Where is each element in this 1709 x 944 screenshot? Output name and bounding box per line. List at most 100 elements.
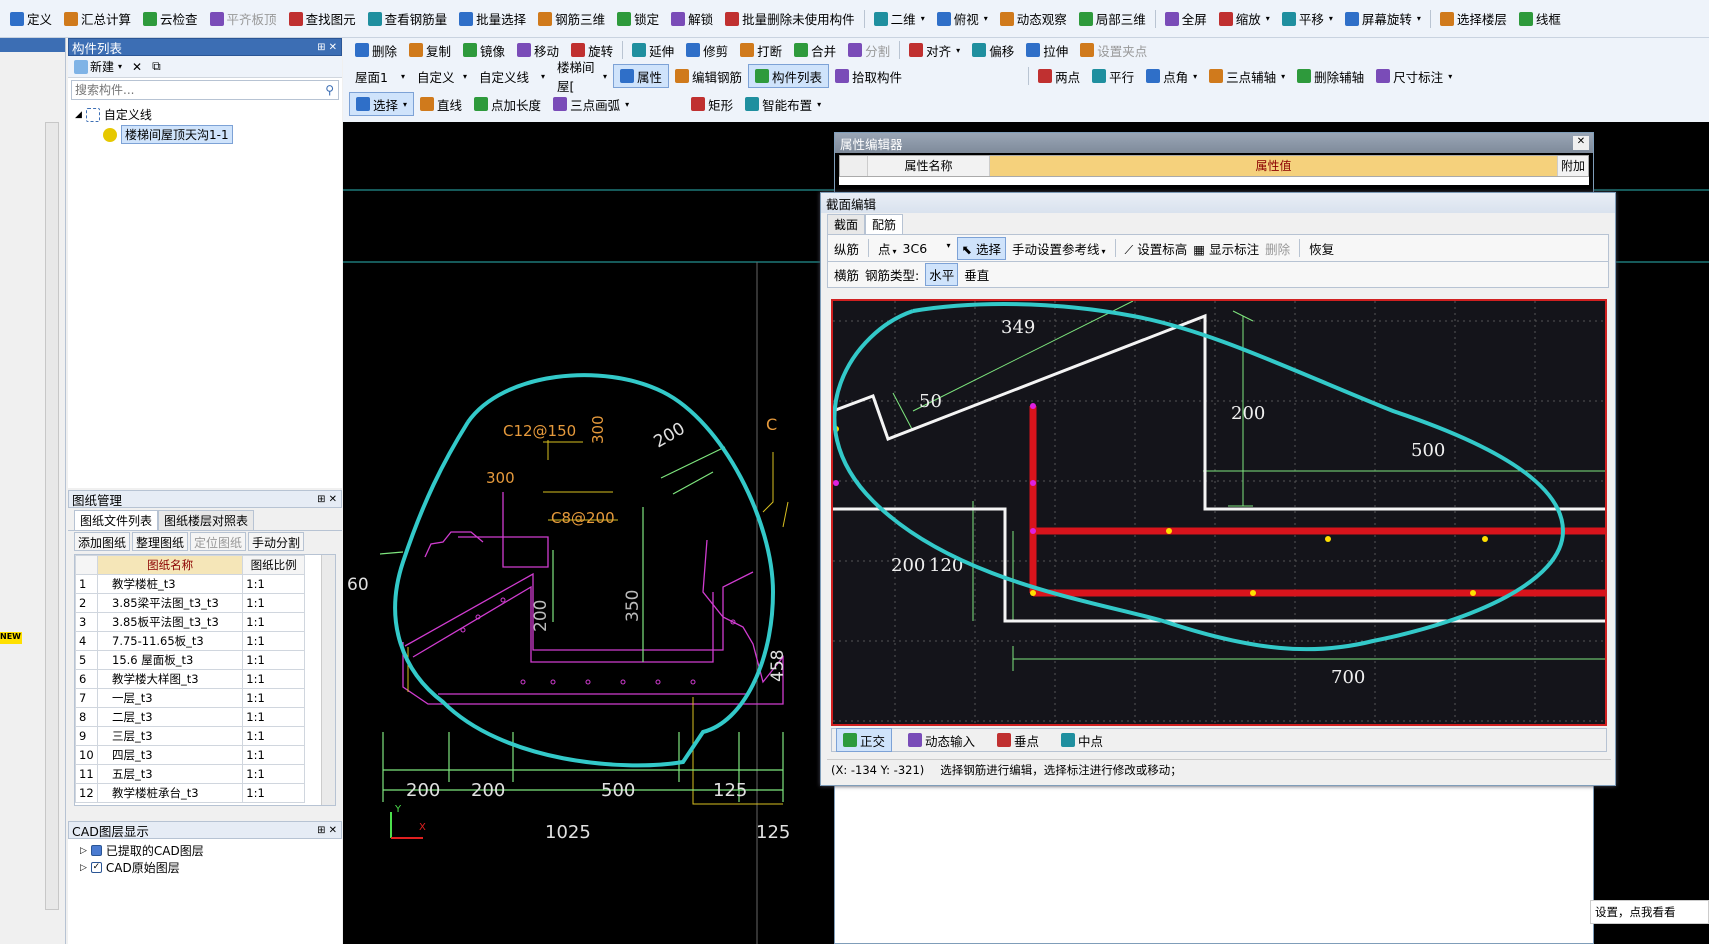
copy-icon[interactable]: ⧉ bbox=[152, 59, 161, 74]
toolbar-button[interactable]: 平齐板顶 bbox=[204, 7, 283, 31]
table-row[interactable]: 12 教学楼桩承台_t3 1:1 bbox=[75, 783, 305, 803]
toolbar-button[interactable]: 解锁 bbox=[665, 7, 719, 31]
table-row[interactable]: 9 三层_t3 1:1 bbox=[75, 726, 305, 746]
tree-item-selected[interactable]: 楼梯间屋顶天沟1-1 bbox=[103, 125, 335, 144]
toolbar-button[interactable]: 三点画弧 ▾ bbox=[547, 92, 635, 116]
layer-original[interactable]: ▷ ✓ CAD原始图层 bbox=[80, 859, 330, 876]
checkbox-checked[interactable]: ✓ bbox=[90, 862, 102, 873]
layer-extracted[interactable]: ▷ 已提取的CAD图层 bbox=[80, 842, 330, 859]
toolbar-button[interactable]: 尺寸标注 ▾ bbox=[1370, 64, 1458, 88]
toolbar-button[interactable]: 正交 bbox=[836, 728, 893, 752]
tab-drawing-0[interactable]: 图纸文件列表 bbox=[74, 510, 159, 530]
point-mode-select[interactable]: 点 ▾ bbox=[878, 239, 897, 258]
col-drawing-name[interactable]: 图纸名称 bbox=[96, 555, 244, 575]
toolbar-button[interactable]: 构件列表 bbox=[748, 64, 830, 88]
delete-icon[interactable]: ✕ bbox=[132, 60, 142, 74]
toolbar-button[interactable]: 编辑钢筋 bbox=[669, 64, 748, 88]
checkbox[interactable] bbox=[90, 845, 102, 856]
toolbar-button[interactable]: 全屏 bbox=[1159, 7, 1213, 31]
show-annotation-button[interactable]: ▦ 显示标注 bbox=[1193, 239, 1259, 258]
toolbar-button[interactable]: 分割 bbox=[842, 38, 896, 62]
toolbar-button[interactable]: 偏移 bbox=[966, 38, 1020, 62]
toolbar-button[interactable]: 查找图元 bbox=[283, 7, 362, 31]
table-row[interactable]: 5 15.6 屋面板_t3 1:1 bbox=[75, 650, 305, 670]
toolbar-button[interactable]: 缩放 ▾ bbox=[1213, 7, 1276, 31]
toolbar-button[interactable]: 局部三维 bbox=[1073, 7, 1152, 31]
select-button[interactable]: ⬉ 选择 bbox=[956, 236, 1007, 260]
tab-section-0[interactable]: 截面 bbox=[827, 214, 866, 234]
horizontal-button[interactable]: 水平 bbox=[925, 263, 959, 286]
table-row[interactable]: 2 3.85梁平法图_t3_t3 1:1 bbox=[75, 593, 305, 613]
tab-drawing-1[interactable]: 图纸楼层对照表 bbox=[158, 510, 255, 530]
col-drawing-scale[interactable]: 图纸比例 bbox=[242, 555, 305, 575]
table-row[interactable]: 8 二层_t3 1:1 bbox=[75, 707, 305, 727]
toolbar-button[interactable]: 平移 ▾ bbox=[1276, 7, 1339, 31]
toolbar-button[interactable]: 对齐 ▾ bbox=[903, 38, 966, 62]
toolbar-button[interactable]: 云检查 bbox=[137, 7, 204, 31]
restore-button[interactable]: 恢复 bbox=[1309, 239, 1334, 258]
section-canvas[interactable]: 349 50 200 500 200 120 700 bbox=[831, 299, 1607, 726]
toolbar-button[interactable]: 复制 bbox=[403, 38, 457, 62]
close-icon[interactable]: ✕ bbox=[1573, 136, 1589, 150]
toolbar-button[interactable]: 拉伸 bbox=[1020, 38, 1074, 62]
table-row[interactable]: 10 四层_t3 1:1 bbox=[75, 745, 305, 765]
table-row[interactable]: 4 7.75-11.65板_t3 1:1 bbox=[75, 631, 305, 651]
toolbar-button[interactable]: 查看钢筋量 bbox=[362, 7, 454, 31]
toolbar-button[interactable]: 定义 bbox=[4, 7, 58, 31]
toolbar-button[interactable]: 动态观察 bbox=[994, 7, 1073, 31]
toolbar-button[interactable]: 平行 bbox=[1086, 64, 1140, 88]
toolbar-button[interactable]: 修剪 bbox=[680, 38, 734, 62]
toolbar-button[interactable]: 点角 ▾ bbox=[1140, 64, 1203, 88]
toolbar-button[interactable]: 屏幕旋转 ▾ bbox=[1339, 7, 1427, 31]
toolbar-button[interactable]: 钢筋三维 bbox=[532, 7, 611, 31]
toolbar-button[interactable]: 三点辅轴 ▾ bbox=[1203, 64, 1291, 88]
toolbar-button[interactable]: 合并 bbox=[788, 38, 842, 62]
toolbar-button[interactable]: 垂点 bbox=[991, 728, 1045, 752]
toolbar-button[interactable]: 直线 bbox=[414, 92, 468, 116]
vertical-button[interactable]: 垂直 bbox=[964, 265, 989, 284]
toolbar-button[interactable]: 打断 bbox=[734, 38, 788, 62]
toolbar-button[interactable]: 汇总计算 bbox=[58, 7, 137, 31]
toolbar-button[interactable]: 选择 ▾ bbox=[349, 92, 415, 116]
help-hint-link[interactable]: 设置，点我看看 bbox=[1590, 900, 1709, 924]
delete-button[interactable]: 删除 bbox=[1265, 239, 1290, 258]
drawing-button-1[interactable]: 整理图纸 bbox=[132, 532, 189, 551]
toolbar-button[interactable]: 矩形 bbox=[685, 92, 739, 116]
dropdown-type1[interactable]: 自定义 ▾ bbox=[411, 64, 473, 88]
toolbar-button[interactable]: 批量选择 bbox=[453, 7, 532, 31]
left-scrollbar[interactable] bbox=[45, 122, 59, 910]
toolbar-button[interactable]: 删除辅轴 bbox=[1291, 64, 1370, 88]
dropdown-type2[interactable]: 自定义线 ▾ bbox=[473, 64, 551, 88]
tree-root[interactable]: ◢ 自定义线 bbox=[75, 106, 335, 123]
dropdown-floor[interactable]: 屋面1 ▾ bbox=[349, 64, 411, 88]
toolbar-button[interactable]: 动态输入 bbox=[902, 728, 981, 752]
toolbar-button[interactable]: 锁定 bbox=[611, 7, 665, 31]
toolbar-button[interactable]: 两点 bbox=[1032, 64, 1086, 88]
toolbar-button[interactable]: 延伸 bbox=[626, 38, 680, 62]
toolbar-button[interactable]: 中点 bbox=[1055, 728, 1109, 752]
table-row[interactable]: 6 教学楼大样图_t3 1:1 bbox=[75, 669, 305, 689]
toolbar-button[interactable]: 点加长度 bbox=[468, 92, 547, 116]
new-component-button[interactable]: 新建 ▾ bbox=[74, 58, 122, 75]
table-row[interactable]: 3 3.85板平法图_t3_t3 1:1 bbox=[75, 612, 305, 632]
dropdown-component[interactable]: 楼梯间屋[▾ bbox=[551, 60, 613, 94]
toolbar-button[interactable]: 删除 bbox=[349, 38, 403, 62]
toolbar-button[interactable]: 属性 bbox=[613, 64, 670, 88]
toolbar-button[interactable]: 智能布置 ▾ bbox=[739, 92, 827, 116]
pin-icon[interactable]: ⊞ ✕ bbox=[313, 42, 341, 53]
drawing-button-3[interactable]: 手动分割 bbox=[248, 532, 305, 551]
pin-icon[interactable]: ⊞ ✕ bbox=[313, 825, 341, 836]
pin-icon[interactable]: ⊞ ✕ bbox=[313, 494, 341, 505]
toolbar-button[interactable]: 线框 bbox=[1513, 7, 1567, 31]
toolbar-button[interactable]: 批量删除未使用构件 bbox=[719, 7, 861, 31]
toolbar-button[interactable]: 二维 ▾ bbox=[868, 7, 931, 31]
tab-section-1[interactable]: 配筋 bbox=[865, 214, 904, 234]
toolbar-button[interactable]: 镜像 bbox=[457, 38, 511, 62]
set-reference-line-select[interactable]: 手动设置参考线 ▾ bbox=[1012, 239, 1106, 258]
component-search-input[interactable] bbox=[72, 83, 322, 97]
set-elevation-button[interactable]: ⟋ 设置标高 bbox=[1125, 239, 1188, 258]
toolbar-button[interactable]: 拾取构件 bbox=[829, 64, 908, 88]
table-scrollbar[interactable] bbox=[321, 555, 335, 805]
drawing-button-0[interactable]: 添加图纸 bbox=[74, 532, 131, 551]
search-icon[interactable]: ⚲ bbox=[321, 83, 338, 97]
